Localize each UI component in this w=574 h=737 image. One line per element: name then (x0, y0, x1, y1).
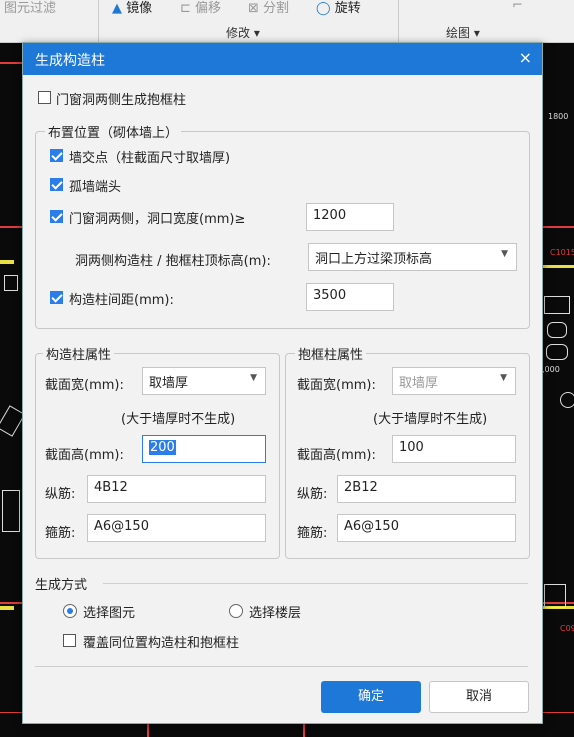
cc-height-input[interactable]: 200 (142, 435, 266, 463)
cc-height-label: 截面高(mm): (45, 448, 124, 463)
fc-stirrup-input[interactable]: A6@150 (337, 514, 516, 542)
cc-note: (大于墙厚时不生成) (121, 412, 236, 427)
cad-line (0, 712, 22, 713)
rotate-label: 旋转 (334, 1, 361, 16)
cad-tag: C1015 (550, 248, 574, 257)
cad-line (0, 602, 22, 604)
modify-group-label[interactable]: 修改 ▾ (226, 24, 260, 41)
frame-column-title: 抱框柱属性 (295, 344, 367, 363)
rotate-button[interactable]: ◯ 旋转 (316, 0, 361, 16)
cc-stirrup-input[interactable]: A6@150 (87, 514, 266, 542)
cad-line (541, 712, 574, 713)
select-floor-radio[interactable] (229, 604, 243, 618)
opening-width-input[interactable]: 1200 (306, 203, 394, 231)
layout-group-title: 布置位置（砌体墙上） (45, 122, 182, 141)
cad-wall (0, 606, 14, 610)
fc-height-label: 截面高(mm): (297, 448, 376, 463)
draw-icon[interactable]: ⌐ (512, 0, 523, 13)
cad-tag: C09 (560, 624, 574, 633)
generation-title: 生成方式 (35, 578, 88, 593)
close-icon[interactable]: × (519, 48, 532, 67)
offset-label: 偏移 (195, 1, 222, 16)
cc-width-label: 截面宽(mm): (45, 378, 124, 393)
cad-symbol (560, 392, 574, 408)
mirror-icon: ▲ (112, 1, 122, 16)
mirror-button[interactable]: ▲ 镜像 (112, 0, 152, 16)
cad-symbol (2, 490, 20, 532)
cad-tag: 1800 (548, 112, 569, 121)
generation-divider (103, 583, 528, 584)
chevron-down-icon: ▼ (250, 373, 257, 383)
dialog-titlebar[interactable]: 生成构造柱 × (23, 43, 542, 75)
overwrite-label: 覆盖同位置构造柱和抱框柱 (83, 636, 240, 651)
fc-width-select[interactable]: 取墙厚 ▼ (392, 367, 516, 395)
wall-intersection-checkbox[interactable] (50, 149, 63, 162)
split-label: 分割 (263, 1, 290, 16)
cad-symbol (544, 584, 566, 608)
cad-wall (0, 260, 14, 264)
ribbon-separator (398, 0, 399, 42)
cc-long-bar-input[interactable]: 4B12 (87, 475, 266, 503)
opening-sides-checkbox[interactable] (50, 210, 63, 223)
ok-button[interactable]: 确定 (321, 681, 421, 713)
cad-symbol (544, 296, 570, 314)
mirror-label: 镜像 (126, 1, 153, 16)
spacing-checkbox[interactable] (50, 291, 63, 304)
dialog-title: 生成构造柱 (35, 53, 105, 69)
fc-long-bar-label: 纵筋: (297, 487, 328, 502)
constructional-column-title: 构造柱属性 (43, 344, 115, 363)
chevron-down-icon: ▼ (500, 373, 507, 383)
cc-height-value: 200 (149, 440, 176, 455)
rotate-icon: ◯ (316, 1, 331, 16)
cad-line (541, 226, 574, 228)
filter-button[interactable]: 图元过滤 (4, 0, 56, 16)
select-floor-label: 选择楼层 (249, 606, 302, 621)
fc-long-bar-input[interactable]: 2B12 (337, 475, 516, 503)
cad-symbol (546, 344, 568, 360)
top-elevation-value: 洞口上方过梁顶标高 (315, 252, 433, 267)
top-elevation-label: 洞两侧构造柱 / 抱框柱顶标高(m): (75, 254, 271, 269)
fc-note: (大于墙厚时不生成) (373, 412, 488, 427)
cc-stirrup-label: 箍筋: (45, 526, 76, 541)
draw-group-label[interactable]: 绘图 ▾ (446, 24, 480, 41)
top-elevation-select[interactable]: 洞口上方过梁顶标高 ▼ (308, 243, 517, 271)
ribbon-toolbar: 图元过滤 ▲ 镜像 ⊏ 偏移 ⊠ 分割 ◯ 旋转 修改 ▾ 绘图 ▾ ⌐ (0, 0, 574, 43)
select-element-radio[interactable] (63, 604, 77, 618)
cad-wall (541, 265, 574, 268)
select-element-label: 选择图元 (83, 606, 136, 621)
generate-column-dialog: 生成构造柱 × 门窗洞两侧生成抱框柱 布置位置（砌体墙上） 墙交点（柱截面尺寸取… (22, 42, 543, 724)
door-window-frame-label: 门窗洞两侧生成抱框柱 (56, 93, 187, 108)
door-window-frame-checkbox[interactable] (38, 91, 51, 104)
fc-stirrup-label: 箍筋: (297, 526, 328, 541)
cad-line (303, 722, 305, 737)
offset-icon: ⊏ (180, 1, 191, 16)
cc-width-select[interactable]: 取墙厚 ▼ (142, 367, 266, 395)
offset-button[interactable]: ⊏ 偏移 (180, 0, 221, 16)
cad-symbol (4, 275, 18, 291)
cc-width-value: 取墙厚 (149, 376, 189, 391)
cad-line (0, 226, 22, 228)
cad-symbol (547, 322, 567, 338)
cc-long-bar-label: 纵筋: (45, 487, 76, 502)
spacing-input[interactable]: 3500 (306, 283, 394, 311)
spacing-label: 构造柱间距(mm): (69, 293, 174, 308)
split-icon: ⊠ (248, 1, 259, 16)
overwrite-checkbox[interactable] (63, 634, 76, 647)
split-button[interactable]: ⊠ 分割 (248, 0, 289, 16)
cancel-button[interactable]: 取消 (429, 681, 529, 713)
wall-intersection-label: 墙交点（柱截面尺寸取墙厚) (69, 151, 231, 166)
footer-divider (35, 666, 528, 667)
ribbon-separator (98, 0, 99, 42)
opening-sides-label: 门窗洞两侧，洞口宽度(mm)≥ (69, 212, 246, 227)
isolated-wall-end-checkbox[interactable] (50, 178, 63, 191)
fc-height-input[interactable]: 100 (392, 435, 516, 463)
isolated-wall-end-label: 孤墙端头 (69, 180, 122, 195)
cad-line (0, 62, 22, 64)
cad-line (147, 722, 149, 737)
cad-tag: ,000 (542, 365, 560, 374)
fc-width-value: 取墙厚 (399, 376, 439, 391)
fc-width-label: 截面宽(mm): (297, 378, 376, 393)
chevron-down-icon: ▼ (501, 249, 508, 259)
